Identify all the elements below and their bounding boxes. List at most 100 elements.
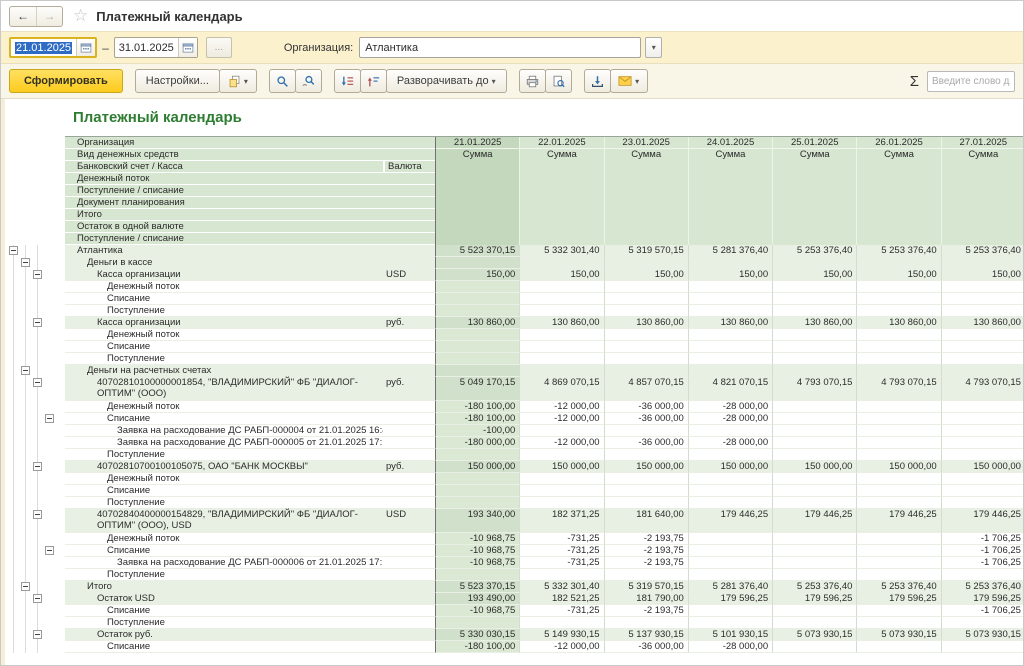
cell-value[interactable] — [435, 473, 520, 485]
cell-value[interactable] — [856, 257, 941, 269]
row-label[interactable]: Касса организации — [65, 317, 383, 329]
cell-value[interactable] — [519, 569, 604, 581]
cell-value[interactable]: 150 000,00 — [772, 461, 857, 473]
row-label[interactable]: Списание — [65, 545, 383, 557]
row-label[interactable]: Заявка на расходование ДС РАБП-000006 от… — [65, 557, 406, 569]
cell-value[interactable] — [772, 401, 857, 413]
row-label[interactable]: Поступление — [65, 569, 383, 581]
cell-value[interactable] — [603, 281, 688, 293]
cell-value[interactable]: -731,25 — [519, 557, 604, 569]
cell-value[interactable] — [772, 617, 857, 629]
cell-value[interactable] — [772, 473, 857, 485]
cell-value[interactable]: -180 100,00 — [435, 413, 520, 425]
row-label[interactable]: Касса организации — [65, 269, 383, 281]
cell-value[interactable] — [687, 449, 773, 461]
cell-value[interactable]: 150 000,00 — [687, 461, 773, 473]
cell-value[interactable]: 4 821 070,15 — [687, 377, 773, 401]
cell-value[interactable] — [519, 257, 604, 269]
cell-value[interactable] — [519, 473, 604, 485]
header-row-label[interactable]: Итого — [65, 209, 435, 220]
collapse-group-icon[interactable] — [9, 246, 18, 255]
date-to-field[interactable]: 31.01.2025 — [113, 37, 198, 58]
cell-value[interactable] — [940, 353, 1023, 365]
header-row-label[interactable]: Организация — [65, 137, 435, 148]
cell-value[interactable]: 181 790,00 — [603, 593, 688, 605]
row-label[interactable]: Списание — [65, 641, 383, 653]
cell-value[interactable] — [856, 329, 941, 341]
row-currency[interactable] — [383, 305, 435, 317]
cell-value[interactable] — [687, 485, 773, 497]
cell-value[interactable] — [687, 425, 773, 437]
row-currency[interactable] — [383, 245, 435, 257]
row-currency[interactable] — [383, 449, 435, 461]
row-label[interactable]: Денежный поток — [65, 401, 383, 413]
row-label[interactable]: Списание — [65, 605, 383, 617]
cell-value[interactable]: 130 860,00 — [603, 317, 688, 329]
cell-value[interactable] — [856, 449, 941, 461]
cell-value[interactable]: 5 523 370,15 — [435, 581, 520, 593]
cell-value[interactable]: -12 000,00 — [519, 413, 604, 425]
cell-value[interactable] — [772, 329, 857, 341]
row-label[interactable]: Заявка на расходование ДС РАБП-000004 от… — [65, 425, 406, 437]
cell-value[interactable]: 150 000,00 — [519, 461, 604, 473]
date-from-value[interactable]: 21.01.2025 — [11, 41, 76, 54]
cell-value[interactable] — [856, 365, 941, 377]
cell-value[interactable]: 179 596,25 — [687, 593, 773, 605]
cell-value[interactable]: 150 000,00 — [940, 461, 1023, 473]
row-currency[interactable] — [383, 569, 435, 581]
cell-value[interactable]: 179 446,25 — [687, 509, 773, 533]
row-label[interactable]: Деньги в кассе — [65, 257, 383, 269]
date-column-header[interactable]: 23.01.2025 Сумма — [603, 137, 688, 245]
row-currency[interactable] — [383, 605, 435, 617]
cell-value[interactable] — [856, 617, 941, 629]
cell-value[interactable] — [940, 293, 1023, 305]
cell-value[interactable]: 5 281 376,40 — [687, 581, 773, 593]
cell-value[interactable] — [856, 557, 941, 569]
cell-value[interactable] — [435, 305, 520, 317]
cell-value[interactable] — [435, 341, 520, 353]
print-preview-button[interactable] — [544, 69, 572, 93]
row-label[interactable]: Списание — [65, 293, 383, 305]
calendar-icon[interactable] — [76, 39, 96, 56]
report-variants-button[interactable]: ▾ — [218, 69, 257, 93]
cell-value[interactable] — [856, 605, 941, 617]
cell-value[interactable] — [772, 497, 857, 509]
cell-value[interactable] — [603, 293, 688, 305]
cell-value[interactable]: -2 193,75 — [603, 557, 688, 569]
row-currency[interactable] — [383, 617, 435, 629]
cell-value[interactable] — [856, 641, 941, 653]
cell-value[interactable]: 150 000,00 — [435, 461, 520, 473]
cell-value[interactable] — [603, 449, 688, 461]
date-from-field[interactable]: 21.01.2025 — [9, 37, 98, 58]
organization-dropdown-button[interactable]: ▾ — [645, 37, 663, 58]
date-column-header[interactable]: 22.01.2025 Сумма — [519, 137, 604, 245]
row-label[interactable]: 40702840400000154829, "ВЛАДИМИРСКИЙ" ФБ … — [65, 509, 383, 533]
row-label[interactable]: Поступление — [65, 305, 383, 317]
save-button[interactable] — [583, 69, 611, 93]
cell-value[interactable]: 179 596,25 — [940, 593, 1023, 605]
cell-value[interactable]: 182 521,25 — [519, 593, 604, 605]
cell-value[interactable]: 5 073 930,15 — [856, 629, 941, 641]
cell-value[interactable]: 5 137 930,15 — [603, 629, 688, 641]
cell-value[interactable]: 5 281 376,40 — [687, 245, 773, 257]
cell-value[interactable] — [687, 341, 773, 353]
header-row-label[interactable]: Документ планирования — [65, 197, 435, 208]
row-label[interactable]: Денежный поток — [65, 281, 383, 293]
cell-value[interactable]: -1 706,25 — [940, 557, 1023, 569]
cell-value[interactable] — [603, 617, 688, 629]
row-currency[interactable] — [383, 401, 435, 413]
row-currency[interactable] — [383, 281, 435, 293]
cell-value[interactable] — [940, 569, 1023, 581]
cell-value[interactable]: 5 332 301,40 — [519, 245, 604, 257]
row-currency[interactable] — [383, 593, 435, 605]
row-currency[interactable] — [383, 485, 435, 497]
cell-value[interactable] — [772, 545, 857, 557]
cell-value[interactable] — [772, 353, 857, 365]
cell-value[interactable] — [772, 485, 857, 497]
row-label[interactable]: Заявка на расходование ДС РАБП-000005 от… — [65, 437, 406, 449]
collapse-group-icon[interactable] — [21, 258, 30, 267]
cell-value[interactable] — [940, 449, 1023, 461]
cell-value[interactable]: 5 330 030,15 — [435, 629, 520, 641]
cell-value[interactable]: -10 968,75 — [435, 545, 520, 557]
row-currency[interactable] — [383, 437, 435, 449]
